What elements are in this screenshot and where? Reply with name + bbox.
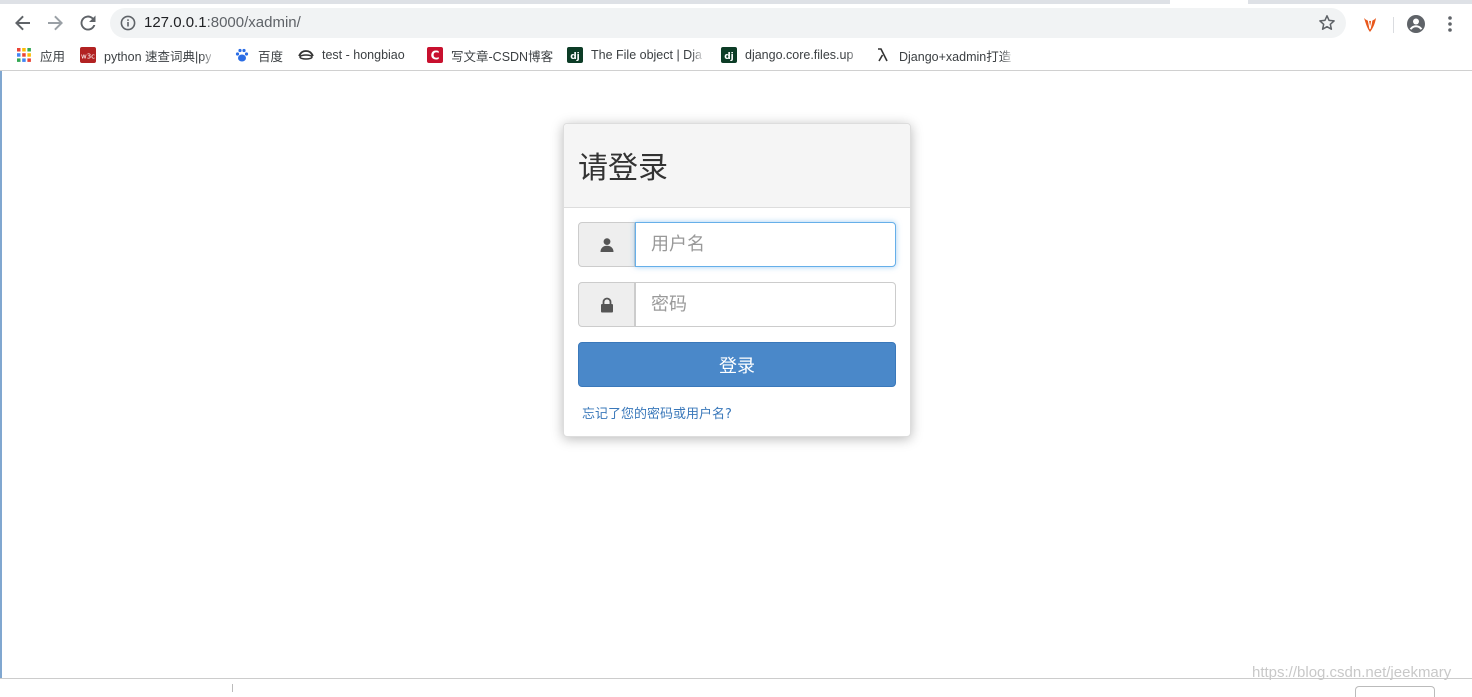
django-icon: dj	[721, 47, 737, 63]
w3c-icon: w3c	[80, 47, 96, 63]
back-button[interactable]	[10, 10, 36, 36]
url-text: 127.0.0.1:8000/xadmin/	[144, 14, 301, 31]
kebab-menu-icon[interactable]	[1440, 14, 1460, 34]
arrow-left-icon	[15, 15, 30, 31]
star-icon[interactable]	[1318, 14, 1336, 32]
bottom-separator	[232, 684, 233, 692]
reload-icon	[80, 15, 96, 31]
toolbar-separator	[1393, 17, 1394, 33]
lambda-icon	[875, 47, 891, 63]
baidu-paw-icon	[234, 47, 250, 63]
bookmark-baidu[interactable]: 百度	[234, 46, 286, 64]
page-title: 请登录	[578, 151, 668, 186]
address-bar[interactable]: 127.0.0.1:8000/xadmin/	[110, 8, 1346, 38]
reload-button[interactable]	[75, 10, 101, 36]
username-input[interactable]	[635, 222, 896, 267]
login-panel: 请登录 登录 忘记了您的密码或用户名?	[563, 123, 911, 437]
lock-icon	[600, 297, 613, 312]
bookmarks-bar: 应用 w3c python 速查词典|py 百度 test - hongbiao…	[0, 40, 1472, 71]
apps-grid-icon	[16, 47, 32, 63]
watermark: https://blog.csdn.net/jeekmary	[1252, 664, 1452, 681]
bookmark-django-xadmin[interactable]: Django+xadmin打造	[875, 46, 1015, 64]
forgot-password-link[interactable]: 忘记了您的密码或用户名?	[582, 403, 732, 422]
username-group	[578, 222, 896, 267]
svg-text:dj: dj	[724, 52, 734, 62]
bookmark-test-hongbiao[interactable]: test - hongbiao	[298, 46, 414, 64]
password-addon	[578, 282, 635, 327]
bookmark-django-core-files[interactable]: dj django.core.files.up	[721, 46, 861, 64]
username-addon	[578, 222, 635, 267]
bookmark-apps[interactable]: 应用	[16, 46, 68, 64]
bookmark-python-dict[interactable]: w3c python 速查词典|py	[80, 46, 216, 64]
forward-button[interactable]	[42, 10, 68, 36]
svg-text:C: C	[431, 49, 440, 63]
django-icon: dj	[567, 47, 583, 63]
window-edge	[0, 71, 2, 678]
profile-icon[interactable]	[1406, 14, 1426, 34]
password-input[interactable]	[635, 282, 896, 327]
user-icon	[600, 237, 613, 252]
login-button[interactable]: 登录	[578, 342, 896, 387]
panel-heading: 请登录	[564, 124, 910, 208]
browser-toolbar: 127.0.0.1:8000/xadmin/	[0, 4, 1472, 40]
svg-text:w3c: w3c	[81, 53, 95, 61]
extension-icon[interactable]	[1360, 14, 1380, 34]
csdn-icon: C	[427, 47, 443, 63]
arrow-right-icon	[48, 15, 63, 31]
bookmark-csdn[interactable]: C 写文章-CSDN博客	[427, 46, 553, 64]
info-icon[interactable]	[120, 15, 136, 31]
svg-text:dj: dj	[570, 52, 580, 62]
hat-icon	[298, 47, 314, 63]
password-group	[578, 282, 896, 327]
bookmark-file-object[interactable]: dj The File object | Dja	[567, 46, 705, 64]
